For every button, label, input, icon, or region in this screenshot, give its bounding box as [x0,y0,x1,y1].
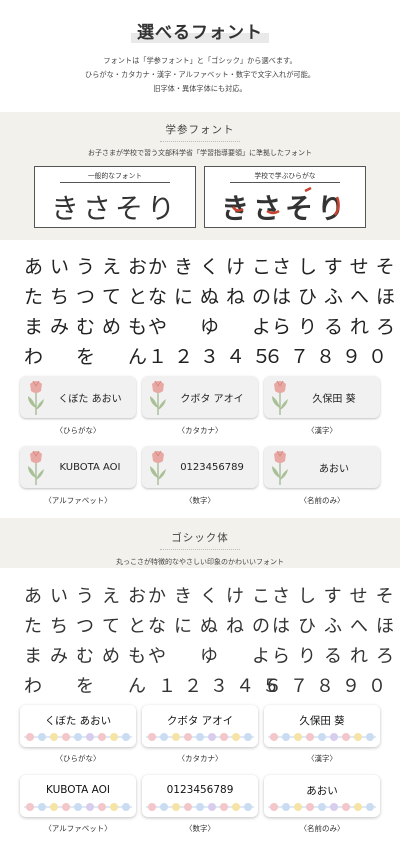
tulip-icon [272,380,288,415]
char-row: かきくけこ [148,256,279,278]
char-row: ６７８９０ [264,346,395,368]
card-caption: 〈カタカナ〉 [177,426,223,435]
compare-label: 一般的なフォント [35,170,195,183]
card-caption: 〈漢字〉 [307,754,337,763]
card-caption: 〈アルファベット〉 [44,496,112,505]
name-label-sample: 0123456789 [142,775,258,817]
compare-normal-box: 一般的なフォント きさそり [34,166,196,228]
name-label-sample: KUBOTA AOI [20,446,136,488]
name-label-sample: くぼた あおい [20,705,136,747]
card-caption: 〈数字〉 [185,496,215,505]
flower-border-icon [268,803,376,811]
label-text: KUBOTA AOI [59,461,121,473]
label-text: 久保田 葵 [312,393,356,405]
card-caption: 〈名前のみ〉 [299,824,345,833]
intro-text: フォントは「学参フォント」と「ゴシック」から選べます。 ひらがな・カタカナ・漢字… [0,54,400,96]
char-row: はひふへほ [272,616,400,637]
label-text: KUBOTA AOI [45,784,111,796]
tulip-icon [150,450,166,485]
tulip-icon [28,380,44,415]
char-row: や ゆ よ [148,646,278,667]
char-row: わ を ん [24,676,154,697]
char-row: ６７８９０ [264,676,394,697]
card-caption: 〈数字〉 [185,824,215,833]
hero-section: 選べるフォント フォントは「学参フォント」と「ゴシック」から選べます。 ひらがな… [0,0,400,240]
tulip-icon [272,450,288,485]
name-label-sample: クボタ アオイ [142,705,258,747]
label-text: あおい [319,463,349,475]
char-row: や ゆ よ [148,316,279,338]
label-text: 久保田 葵 [299,714,345,727]
name-label-sample: KUBOTA AOI [20,775,136,817]
char-row: たちつてと [24,616,154,637]
label-text: 0123456789 [180,461,244,473]
label-text: クボタ アオイ [166,714,234,727]
card-caption: 〈漢字〉 [307,426,337,435]
label-text: 0123456789 [166,784,234,796]
name-label-sample: 久保田 葵 [264,376,380,418]
name-label-sample: 久保田 葵 [264,705,380,747]
card-caption: 〈アルファベット〉 [44,824,112,833]
name-label-sample: あおい [264,775,380,817]
card-caption: 〈ひらがな〉 [55,426,101,435]
name-label-sample: あおい [264,446,380,488]
intro-line: 旧字体・異体字体にも対応。 [153,84,247,93]
tulip-icon [150,380,166,415]
name-label-sample: 0123456789 [142,446,258,488]
char-row: わ を ん [24,346,155,368]
name-label-sample: クボタ アオイ [142,376,258,418]
char-row: １２３４５ [148,346,279,368]
label-text: あおい [306,784,338,797]
flower-border-icon [24,733,132,741]
gakusan-title: 学参フォント [0,122,400,142]
gothic-title: ゴシック体 [0,530,400,550]
card-caption: 〈ひらがな〉 [55,754,101,763]
char-row: さしすせそ [272,586,400,607]
gakusan-subtitle: お子さまが学校で習う文部科学省「学習指導要領」に準拠したフォント [88,149,312,157]
intro-line: ひらがな・カタカナ・漢字・アルファベット・数字で文字入れが可能。 [85,70,315,79]
tulip-icon [28,450,44,485]
card-caption: 〈カタカナ〉 [177,754,223,763]
card-caption: 〈名前のみ〉 [299,496,345,505]
label-text: クボタ アオイ [180,393,244,405]
char-row: あいうえお [24,586,154,607]
char-row: たちつてと [24,286,155,308]
char-row: あいうえお [24,256,155,278]
label-text: くぼた あおい [44,714,112,727]
label-text: くぼた あおい [58,393,122,405]
char-row: らりるれろ [272,646,400,667]
char-row: はひふへほ [272,286,400,308]
page-title: 選べるフォント [131,18,269,43]
compare-school-box: 学校で学ぶひらがな きさそり [204,166,366,228]
flower-border-icon [268,733,376,741]
char-row: なにぬねの [148,616,278,637]
name-label-sample: くぼた あおい [20,376,136,418]
flower-border-icon [146,733,254,741]
char-row: らりるれろ [272,316,400,338]
gothic-subtitle: 丸っこさが特徴的なやさしい印象のかわいいフォント [116,558,284,566]
char-row: まみむめも [24,316,155,338]
flower-border-icon [146,803,254,811]
char-row: かきくけこ [148,586,278,607]
char-row: まみむめも [24,646,154,667]
char-row: なにぬねの [148,286,279,308]
flower-border-icon [24,803,132,811]
intro-line: フォントは「学参フォント」と「ゴシック」から選べます。 [103,56,297,65]
char-row: さしすせそ [272,256,400,278]
compare-sample: きさそり [50,192,179,225]
stroke-highlight-marks [231,186,340,216]
